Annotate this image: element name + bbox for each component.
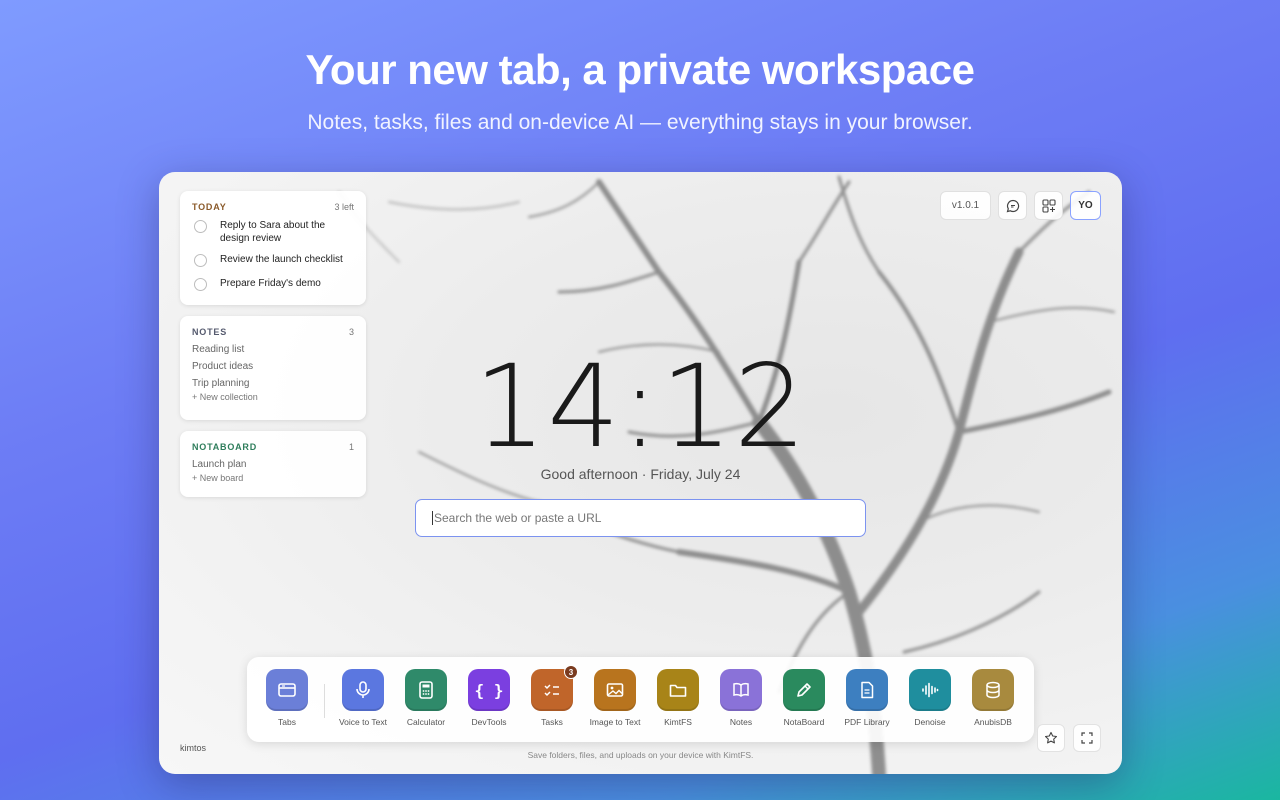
database-icon: [972, 669, 1014, 711]
task-label: Review the launch checklist: [220, 254, 343, 265]
dock-app-calculator[interactable]: Calculator: [393, 669, 459, 727]
dock-app-label: NotaBoard: [783, 717, 825, 727]
dock-app-label: Notes: [729, 717, 753, 727]
calculator-icon: [405, 669, 447, 711]
dock-app-tasks[interactable]: 3 Tasks: [519, 665, 585, 727]
app-dock: Tabs Voice to Text Calculator { } DevToo…: [247, 657, 1034, 742]
pencil-icon: [783, 669, 825, 711]
browser-window: TODAY 3 left Reply to Sara about the des…: [159, 172, 1122, 774]
greeting-date: Good afternoon · Friday, July 24: [540, 466, 741, 482]
dock-app-denoise[interactable]: Denoise: [897, 669, 963, 727]
dock-app-kimtfs[interactable]: KimtFS: [645, 669, 711, 727]
dock-app-label: Denoise: [914, 717, 946, 727]
chat-button[interactable]: [998, 191, 1027, 220]
dock-app-notes[interactable]: Notes: [708, 669, 774, 727]
dock-app-anubisdb[interactable]: AnubisDB: [960, 669, 1026, 727]
tasks-badge: 3: [564, 665, 578, 679]
code-braces-icon: { }: [468, 669, 510, 711]
dock-app-tabs[interactable]: Tabs: [254, 669, 320, 727]
dock-app-devtools[interactable]: { } DevTools: [456, 669, 522, 727]
version-badge[interactable]: v1.0.1: [940, 191, 991, 220]
dock-app-image-to-text[interactable]: Image to Text: [582, 669, 648, 727]
folder-icon: [657, 669, 699, 711]
today-card: TODAY 3 left Reply to Sara about the des…: [180, 191, 366, 305]
dock-app-label: DevTools: [471, 717, 507, 727]
dock-app-label: Calculator: [406, 717, 446, 727]
document-icon: [846, 669, 888, 711]
dock-app-label: Voice to Text: [338, 717, 388, 727]
avatar[interactable]: YO: [1070, 191, 1101, 220]
dock-app-label: Tasks: [541, 717, 563, 727]
dock-app-label: Image to Text: [589, 717, 641, 727]
checklist-icon: 3: [531, 665, 578, 711]
clock-time: 14:12: [473, 340, 808, 473]
book-icon: [720, 669, 762, 711]
footer-hint: Save folders, files, and uploads on your…: [527, 750, 754, 760]
dock-app-label: Tabs: [278, 717, 296, 727]
expand-icon: [1081, 732, 1093, 744]
tabs-icon: [266, 669, 308, 711]
waveform-icon: [909, 669, 951, 711]
task-checkbox[interactable]: [194, 220, 207, 233]
task-checkbox[interactable]: [194, 278, 207, 291]
dock-app-label: PDF Library: [844, 717, 890, 727]
task-item[interactable]: Prepare Friday's demo: [192, 277, 354, 291]
microphone-icon: [342, 669, 384, 711]
text-caret: [432, 511, 433, 525]
bottom-toolbar: [1037, 724, 1101, 752]
notes-title: NOTES: [192, 327, 228, 337]
search-input[interactable]: Search the web or paste a URL: [415, 499, 866, 537]
today-count: 3 left: [334, 202, 354, 212]
hero-subtitle: Notes, tasks, files and on-device AI — e…: [307, 111, 973, 134]
hero-title: Your new tab, a private workspace: [305, 46, 975, 93]
fullscreen-button[interactable]: [1073, 724, 1101, 752]
notes-count: 3: [348, 327, 354, 337]
task-item[interactable]: Review the launch checklist: [192, 253, 354, 267]
today-title: TODAY: [192, 202, 227, 212]
star-icon: [1044, 731, 1058, 744]
dock-app-notaboard[interactable]: NotaBoard: [771, 669, 837, 727]
dock-separator: [324, 684, 325, 718]
task-label: Reply to Sara about the design review: [220, 220, 326, 244]
favorite-button[interactable]: [1037, 724, 1065, 752]
dock-app-label: AnubisDB: [974, 717, 1012, 727]
grid-plus-icon: [1041, 198, 1056, 213]
task-checkbox[interactable]: [194, 254, 207, 267]
add-widget-button[interactable]: [1034, 191, 1063, 220]
dock-app-voice-to-text[interactable]: Voice to Text: [330, 669, 396, 727]
task-item[interactable]: Reply to Sara about the design review: [192, 219, 354, 245]
task-label: Prepare Friday's demo: [220, 278, 321, 289]
chat-bubble-icon: [1006, 199, 1019, 212]
dock-app-label: KimtFS: [664, 717, 692, 727]
image-icon: [594, 669, 636, 711]
top-toolbar: v1.0.1 YO: [940, 191, 1101, 220]
search-placeholder: Search the web or paste a URL: [434, 511, 602, 525]
dock-app-pdf-library[interactable]: PDF Library: [834, 669, 900, 727]
